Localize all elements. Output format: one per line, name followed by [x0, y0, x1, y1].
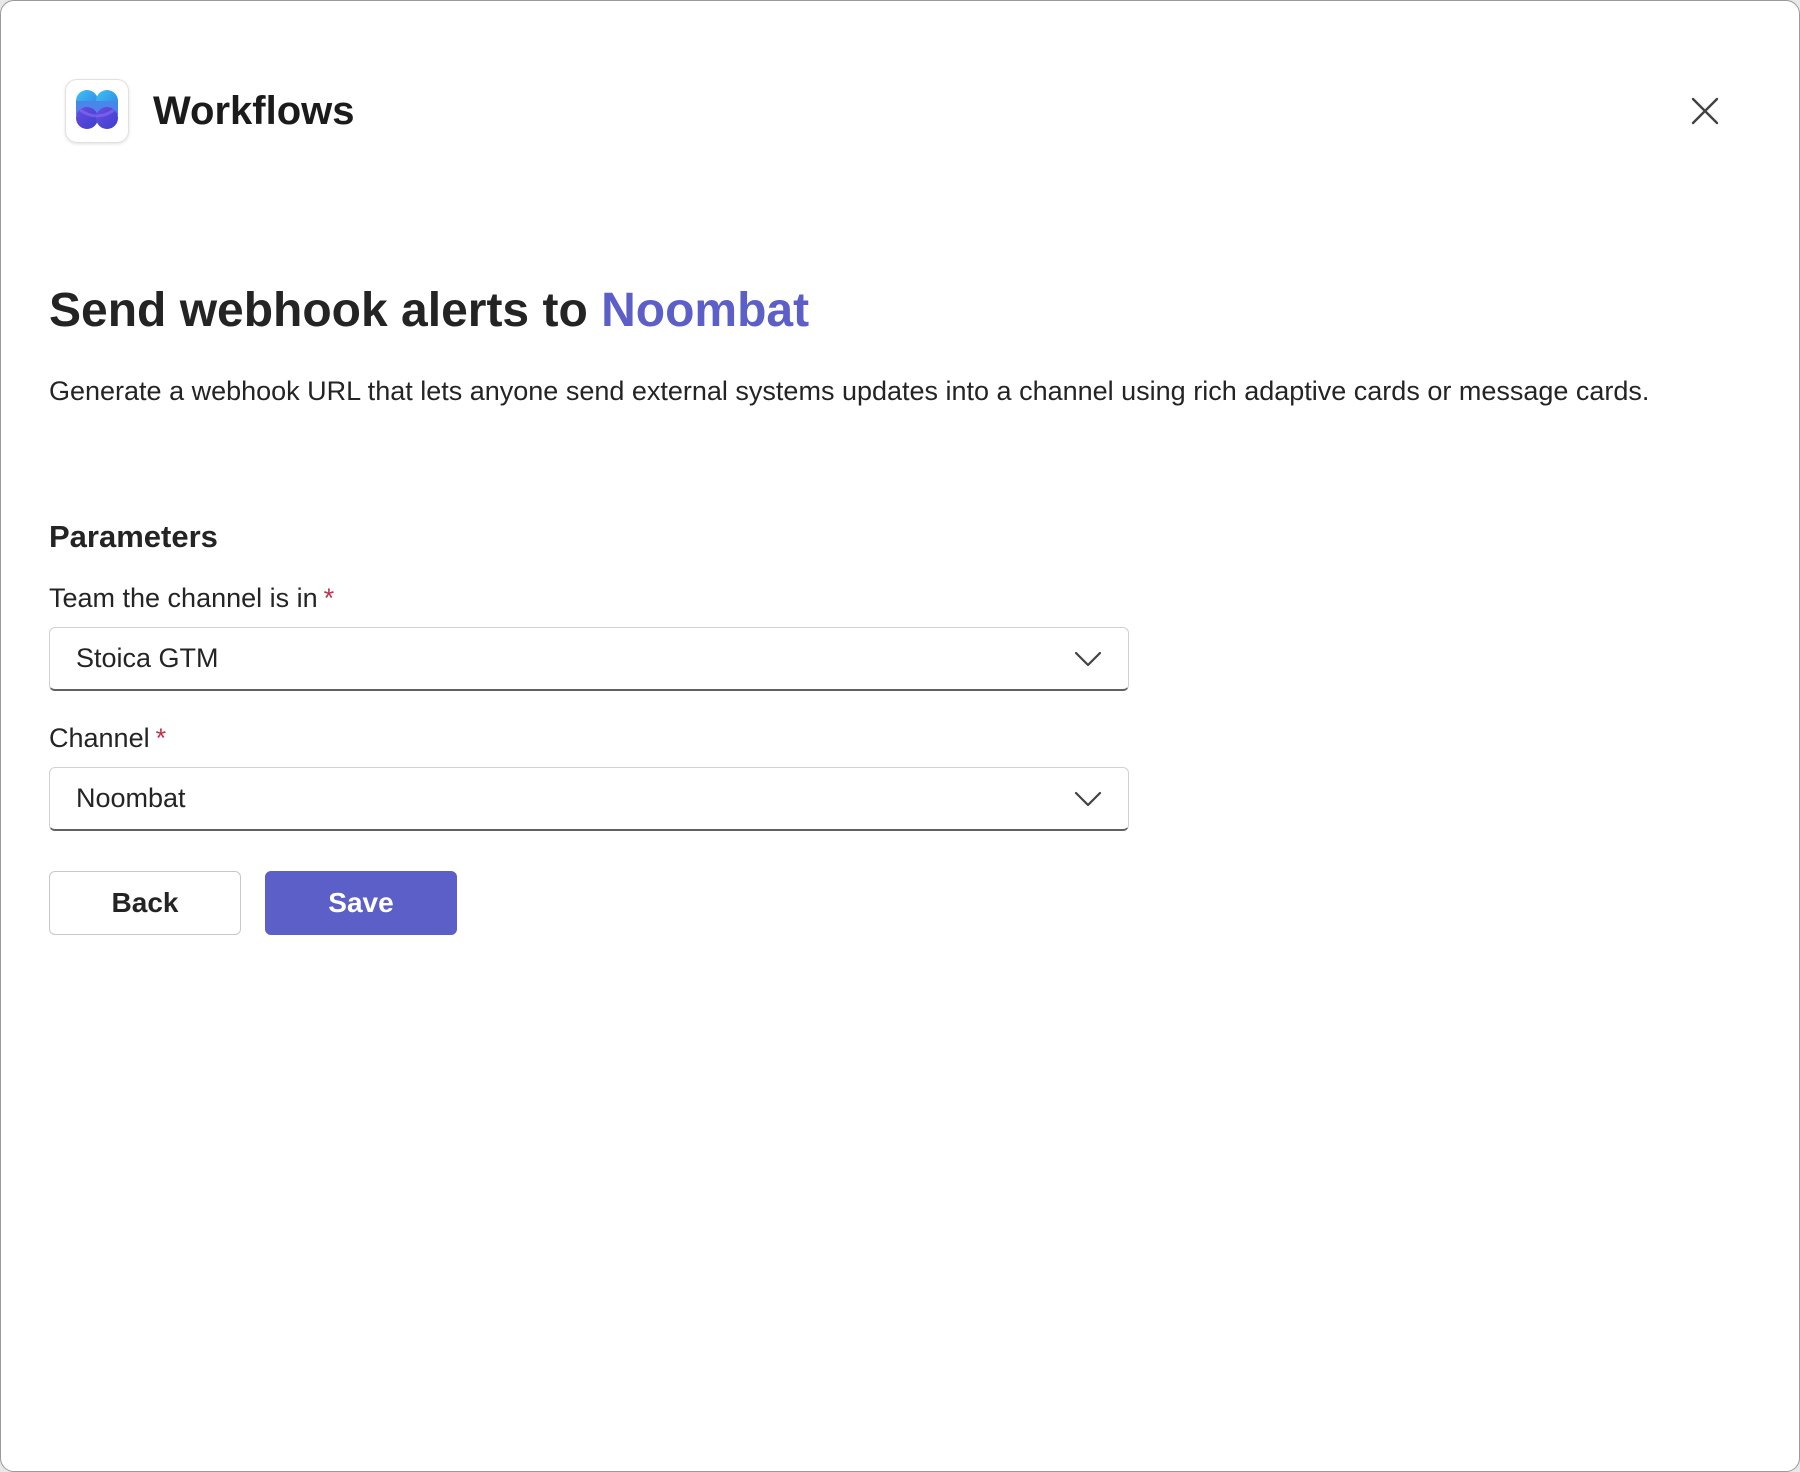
required-marker: * — [155, 723, 167, 753]
team-select[interactable]: Stoica GTM — [49, 627, 1129, 691]
page-title-prefix: Send webhook alerts to — [49, 284, 588, 337]
team-field-label-text: Team the channel is in — [49, 583, 318, 613]
parameters-heading: Parameters — [49, 519, 218, 554]
channel-select-value: Noombat — [76, 783, 186, 813]
close-icon — [1691, 97, 1719, 125]
page-title-channel: Noombat — [601, 284, 810, 337]
page-description: Generate a webhook URL that lets anyone … — [49, 376, 1650, 406]
workflow-dialog: Workflows Send webhook alerts to Noombat… — [0, 0, 1800, 1472]
chevron-down-icon — [1074, 651, 1102, 667]
app-title: Workflows — [153, 88, 355, 133]
save-button[interactable]: Save — [265, 871, 457, 935]
required-marker: * — [323, 583, 335, 613]
page-title: Send webhook alerts to Noombat — [49, 283, 809, 338]
close-button[interactable] — [1683, 89, 1727, 133]
channel-field-label: Channel * — [49, 723, 166, 754]
chevron-down-icon — [1074, 791, 1102, 807]
team-field-label: Team the channel is in * — [49, 583, 334, 614]
workflows-logo-icon — [65, 79, 129, 143]
team-select-value: Stoica GTM — [76, 643, 219, 673]
dialog-header: Workflows — [65, 79, 355, 143]
channel-field-label-text: Channel — [49, 723, 150, 753]
channel-select[interactable]: Noombat — [49, 767, 1129, 831]
back-button[interactable]: Back — [49, 871, 241, 935]
